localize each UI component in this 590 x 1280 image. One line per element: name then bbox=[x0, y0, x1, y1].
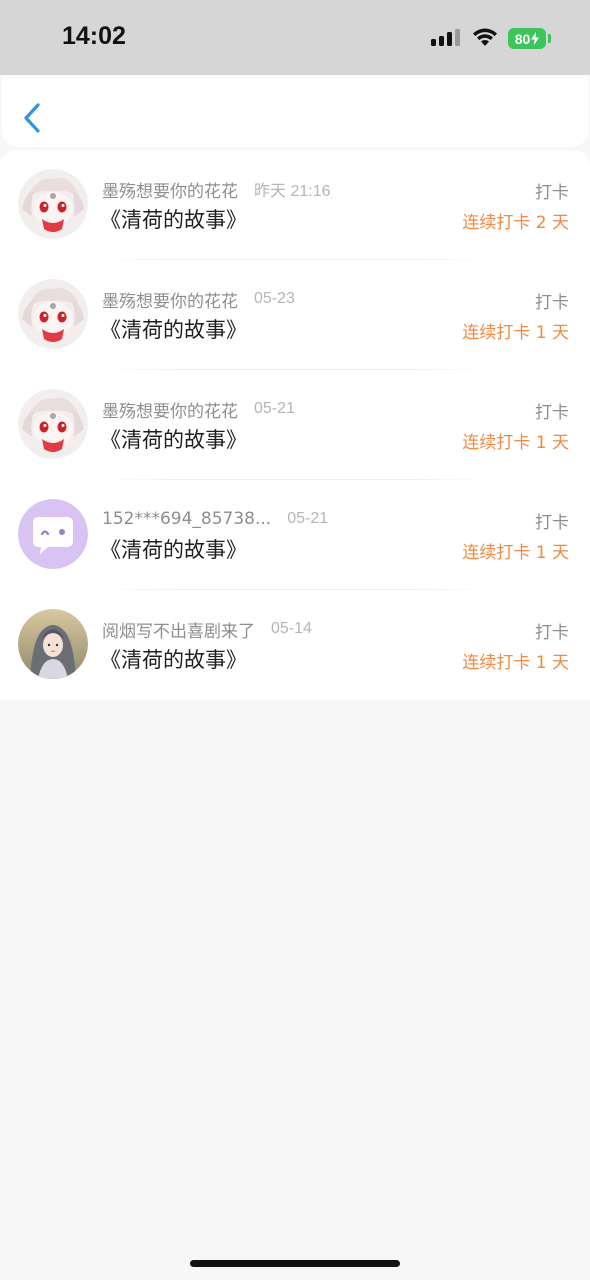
meta-line: 阅烟写不出喜剧来了 05-14 bbox=[102, 617, 312, 642]
username[interactable]: 墨殇想要你的花花 bbox=[102, 397, 238, 422]
battery-icon: 80 bbox=[508, 28, 546, 49]
default-chat-avatar-icon bbox=[18, 499, 88, 569]
streak-label: 连续打卡 1 天 bbox=[462, 433, 569, 453]
signal-icon bbox=[431, 29, 460, 46]
home-indicator[interactable] bbox=[190, 1260, 400, 1267]
book-title[interactable]: 《清荷的故事》 bbox=[100, 204, 247, 234]
action-label: 打卡 bbox=[535, 183, 569, 203]
avatar[interactable] bbox=[18, 499, 88, 569]
checkin-date: 05-21 bbox=[287, 510, 329, 527]
book-title[interactable]: 《清荷的故事》 bbox=[100, 424, 247, 454]
list-item[interactable]: 墨殇想要你的花花 05-23 《清荷的故事》 打卡 连续打卡 1 天 bbox=[0, 260, 590, 370]
book-title[interactable]: 《清荷的故事》 bbox=[100, 644, 247, 674]
list-item[interactable]: 墨殇想要你的花花 05-21 《清荷的故事》 打卡 连续打卡 1 天 bbox=[0, 370, 590, 480]
meta-line: 152***694_85738... 05-21 bbox=[102, 508, 328, 530]
book-title[interactable]: 《清荷的故事》 bbox=[100, 534, 247, 564]
username[interactable]: 152***694_85738... bbox=[102, 509, 271, 529]
checkin-date: 05-23 bbox=[254, 290, 295, 307]
checkin-date: 05-14 bbox=[271, 620, 312, 637]
avatar[interactable] bbox=[18, 609, 88, 679]
username[interactable]: 墨殇想要你的花花 bbox=[102, 287, 238, 312]
streak-label: 连续打卡 1 天 bbox=[462, 653, 569, 673]
meta-line: 墨殇想要你的花花 05-23 bbox=[102, 287, 295, 312]
anime-avatar-icon bbox=[18, 279, 88, 349]
action-label: 打卡 bbox=[535, 513, 569, 533]
chevron-left-icon[interactable] bbox=[22, 102, 42, 134]
battery-level: 80 bbox=[514, 30, 531, 47]
anime-avatar-icon bbox=[18, 169, 88, 239]
status-time: 14:02 bbox=[62, 22, 126, 50]
checkin-date: 昨天 21:16 bbox=[254, 183, 331, 200]
book-title[interactable]: 《清荷的故事》 bbox=[100, 314, 247, 344]
action-label: 打卡 bbox=[535, 623, 569, 643]
meta-line: 墨殇想要你的花花 昨天 21:16 bbox=[102, 177, 331, 202]
checkin-date: 05-21 bbox=[254, 400, 295, 417]
wifi-icon bbox=[473, 28, 497, 46]
avatar[interactable] bbox=[18, 389, 88, 459]
list-item[interactable]: 墨殇想要你的花花 昨天 21:16 《清荷的故事》 打卡 连续打卡 2 天 bbox=[0, 150, 590, 260]
charging-bolt-icon bbox=[531, 32, 540, 45]
action-label: 打卡 bbox=[535, 403, 569, 423]
meta-line: 墨殇想要你的花花 05-21 bbox=[102, 397, 295, 422]
streak-label: 连续打卡 1 天 bbox=[462, 323, 569, 343]
list-item[interactable]: 阅烟写不出喜剧来了 05-14 《清荷的故事》 打卡 连续打卡 1 天 bbox=[0, 590, 590, 700]
nav-header bbox=[2, 75, 588, 147]
battery-cap bbox=[548, 34, 551, 43]
username[interactable]: 阅烟写不出喜剧来了 bbox=[102, 617, 255, 642]
action-label: 打卡 bbox=[535, 293, 569, 313]
streak-label: 连续打卡 1 天 bbox=[462, 543, 569, 563]
checkin-list: 墨殇想要你的花花 昨天 21:16 《清荷的故事》 打卡 连续打卡 2 天 墨殇… bbox=[0, 150, 590, 700]
anime-avatar-icon bbox=[18, 389, 88, 459]
avatar[interactable] bbox=[18, 279, 88, 349]
portrait-avatar-icon bbox=[18, 609, 88, 679]
streak-label: 连续打卡 2 天 bbox=[462, 213, 569, 233]
list-item[interactable]: 152***694_85738... 05-21 《清荷的故事》 打卡 连续打卡… bbox=[0, 480, 590, 590]
username[interactable]: 墨殇想要你的花花 bbox=[102, 177, 238, 202]
status-bar: 14:02 80 bbox=[0, 0, 590, 75]
avatar[interactable] bbox=[18, 169, 88, 239]
